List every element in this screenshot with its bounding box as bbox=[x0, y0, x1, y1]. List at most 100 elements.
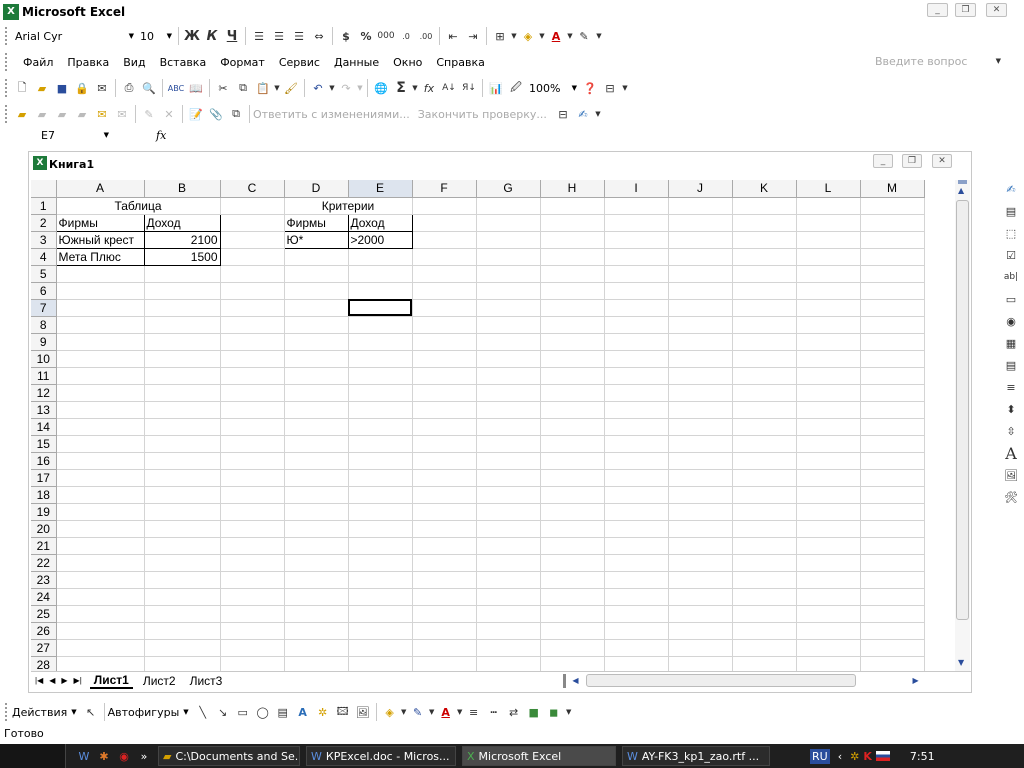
comment-icon[interactable]: ✉ bbox=[92, 104, 112, 124]
row-header[interactable]: 16 bbox=[31, 452, 57, 470]
more-quicklaunch-icon[interactable]: » bbox=[134, 746, 154, 766]
chevron-down-icon[interactable]: ▼ bbox=[71, 708, 76, 716]
reviewing-pane-icon[interactable]: ⊟ bbox=[553, 104, 573, 124]
cell[interactable] bbox=[412, 622, 477, 640]
cell[interactable] bbox=[348, 316, 413, 334]
line-color-icon[interactable]: ✎ bbox=[408, 702, 428, 722]
cell[interactable] bbox=[56, 265, 145, 283]
cell[interactable] bbox=[796, 367, 861, 385]
cell-D1[interactable]: Критерии bbox=[284, 197, 413, 215]
cell[interactable] bbox=[56, 333, 145, 351]
cell[interactable] bbox=[476, 452, 541, 470]
menu-help[interactable]: Справка bbox=[436, 56, 484, 69]
cell[interactable] bbox=[144, 469, 221, 487]
cell[interactable] bbox=[796, 299, 861, 317]
cell[interactable] bbox=[732, 384, 797, 402]
cell[interactable] bbox=[220, 265, 285, 283]
cell[interactable] bbox=[604, 265, 669, 283]
cell[interactable] bbox=[412, 384, 477, 402]
row-header[interactable]: 8 bbox=[31, 316, 57, 334]
save-icon[interactable]: ■ bbox=[52, 78, 72, 98]
cell[interactable] bbox=[56, 520, 145, 538]
cell[interactable] bbox=[732, 469, 797, 487]
toolbar-options-icon[interactable]: ▼ bbox=[593, 104, 603, 124]
cell[interactable] bbox=[476, 435, 541, 453]
cell[interactable] bbox=[220, 401, 285, 419]
cell[interactable] bbox=[412, 554, 477, 572]
cell[interactable] bbox=[144, 401, 221, 419]
fill-color-icon[interactable]: ◈ bbox=[380, 702, 400, 722]
list-box-icon[interactable]: ▦ bbox=[1000, 332, 1022, 354]
cell[interactable] bbox=[668, 622, 733, 640]
cell[interactable] bbox=[860, 656, 925, 671]
cell[interactable] bbox=[668, 571, 733, 589]
scroll-left-arrow-icon[interactable]: ◀ bbox=[572, 676, 578, 685]
cell[interactable] bbox=[412, 656, 477, 671]
cut-icon[interactable]: ✂ bbox=[213, 78, 233, 98]
row-header[interactable]: 20 bbox=[31, 520, 57, 538]
cell[interactable] bbox=[144, 282, 221, 300]
cell[interactable] bbox=[604, 520, 669, 538]
cell[interactable] bbox=[860, 350, 925, 368]
cell[interactable] bbox=[604, 435, 669, 453]
cell[interactable] bbox=[220, 639, 285, 657]
cell[interactable] bbox=[412, 214, 477, 232]
sort-ascending-icon[interactable]: A↓ bbox=[439, 78, 459, 98]
chevron-down-icon[interactable]: ▼ bbox=[328, 78, 336, 98]
toolbar-handle[interactable] bbox=[5, 53, 9, 71]
hyperlink-icon[interactable]: 🌐 bbox=[371, 78, 391, 98]
cell[interactable] bbox=[796, 265, 861, 283]
row-header[interactable]: 28 bbox=[31, 656, 57, 671]
row-header[interactable]: 13 bbox=[31, 401, 57, 419]
chevron-down-icon[interactable]: ▼ bbox=[538, 26, 546, 46]
cell[interactable] bbox=[732, 299, 797, 317]
cell[interactable] bbox=[476, 350, 541, 368]
folder-icon[interactable]: ▰ bbox=[12, 104, 32, 124]
cell[interactable] bbox=[540, 333, 605, 351]
cell[interactable] bbox=[348, 248, 413, 266]
row-header[interactable]: 7 bbox=[31, 299, 57, 317]
cell[interactable] bbox=[732, 554, 797, 572]
comment-icon[interactable]: ✉ bbox=[112, 104, 132, 124]
cell[interactable] bbox=[144, 639, 221, 657]
cell[interactable] bbox=[604, 622, 669, 640]
chevron-down-icon[interactable]: ▼ bbox=[428, 702, 436, 722]
cell[interactable] bbox=[668, 333, 733, 351]
cell[interactable] bbox=[732, 520, 797, 538]
cell[interactable] bbox=[860, 588, 925, 606]
cell[interactable] bbox=[604, 554, 669, 572]
language-indicator[interactable]: RU bbox=[810, 748, 830, 764]
cell[interactable] bbox=[144, 384, 221, 402]
cell[interactable] bbox=[604, 452, 669, 470]
research-icon[interactable]: 📖 bbox=[186, 78, 206, 98]
menu-window[interactable]: Окно bbox=[393, 56, 422, 69]
cell[interactable] bbox=[348, 469, 413, 487]
cell[interactable] bbox=[348, 282, 413, 300]
column-header[interactable]: H bbox=[540, 180, 605, 198]
scroll-down-arrow-icon[interactable]: ▼ bbox=[958, 658, 964, 667]
cell[interactable] bbox=[56, 537, 145, 555]
cell[interactable] bbox=[412, 588, 477, 606]
row-header[interactable]: 11 bbox=[31, 367, 57, 385]
taskbar-item-explorer[interactable]: ▰ C:\Documents and Se... bbox=[158, 746, 300, 766]
cell[interactable] bbox=[412, 639, 477, 657]
row-header[interactable]: 17 bbox=[31, 469, 57, 487]
text-field-icon[interactable]: ab| bbox=[1000, 266, 1022, 288]
cell[interactable] bbox=[476, 316, 541, 334]
taskbar-item-word-doc[interactable]: W КРExcel.doc - Micros... bbox=[306, 746, 456, 766]
cell[interactable] bbox=[476, 486, 541, 504]
cell[interactable] bbox=[144, 520, 221, 538]
cell[interactable] bbox=[476, 656, 541, 671]
cell[interactable] bbox=[476, 537, 541, 555]
cell-D3[interactable]: Ю* bbox=[283, 230, 349, 249]
cell[interactable] bbox=[220, 537, 285, 555]
cell[interactable] bbox=[668, 639, 733, 657]
cell[interactable] bbox=[476, 418, 541, 436]
cell[interactable] bbox=[56, 452, 145, 470]
menu-format[interactable]: Формат bbox=[220, 56, 265, 69]
cell[interactable] bbox=[796, 554, 861, 572]
cell[interactable] bbox=[220, 435, 285, 453]
cell[interactable] bbox=[476, 571, 541, 589]
cell[interactable] bbox=[348, 588, 413, 606]
cell[interactable] bbox=[348, 554, 413, 572]
